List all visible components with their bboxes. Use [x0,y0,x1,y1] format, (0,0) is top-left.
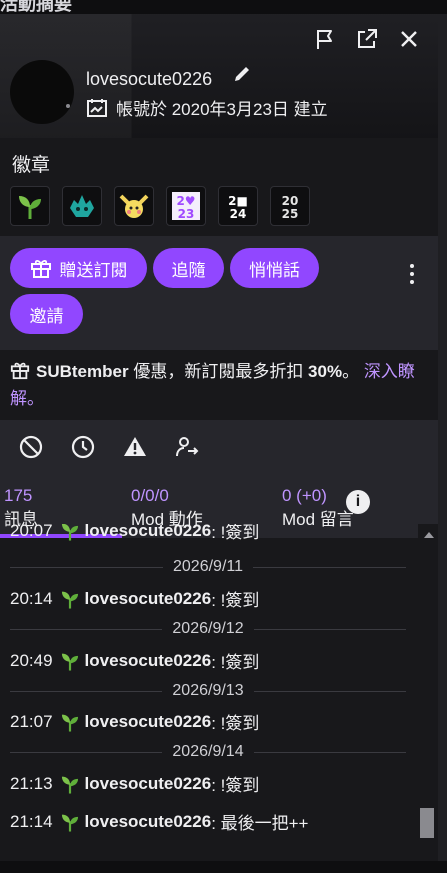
stat-mod-comments-num: 0 (+0) [282,486,327,505]
log-message: 21:07 lovesocute0226: !簽到 [10,711,260,734]
log-message: 21:13 lovesocute0226: !簽到 [10,773,260,796]
svg-text:23: 23 [178,207,195,221]
background-edge [438,14,447,861]
close-icon[interactable] [396,26,422,52]
mod-actions [18,434,200,460]
promo-tail: 。 [27,389,44,408]
scrollbar[interactable] [418,524,438,847]
edit-pencil-icon[interactable] [232,64,252,89]
gift-sub-button[interactable]: 贈送訂閱 [10,248,147,288]
promo-text: 優惠，新訂閱最多折扣 [128,362,309,381]
sprout-badge-icon [59,524,81,542]
avatar[interactable] [10,60,74,124]
stat-messages-num: 175 [4,486,33,505]
account-created: 帳號於 2020年3月23日 建立 [86,95,328,120]
promo-end: 。 [342,362,364,381]
2023-badge[interactable]: 2♥ 23 [166,186,206,226]
svg-text:25: 25 [282,207,299,221]
badges-list: 2♥ 23 2■ 24 20 25 [10,186,310,226]
sprout-badge-icon [59,650,81,672]
message-log: 20:07 lovesocute0226: !簽到 2026/9/11 20:1… [0,524,418,847]
log-message: 20:14 lovesocute0226: !簽到 [10,588,260,611]
account-created-text: 帳號於 2020年3月23日 建立 [116,100,328,119]
username[interactable]: lovesocute0226 [86,69,212,90]
whisper-button[interactable]: 悄悄話 [230,248,319,288]
scrollbar-thumb[interactable] [420,808,434,838]
header-actions [312,26,422,52]
log-message: 20:07 lovesocute0226: !簽到 [10,524,259,543]
timeout-icon[interactable] [70,434,96,460]
log-message: 20:49 lovesocute0226: !簽到 [10,650,260,673]
mod-panel: 175 訊息 0/0/0 Mod 動作 0 (+0) Mod 留言 i [0,420,438,538]
sprout-badge-icon [59,711,81,733]
action-bar: 贈送訂閱 追隨 悄悄話 邀請 [0,236,438,350]
svg-text:2■: 2■ [228,194,248,208]
background-bottom [0,861,447,873]
gift-icon [10,360,30,387]
calendar-icon [87,98,107,117]
sprout-badge-icon [59,811,81,833]
follow-label: 追隨 [171,260,206,280]
svg-text:2♥: 2♥ [176,194,195,208]
whisper-label: 悄悄話 [249,260,300,280]
promo-bold: SUBtember [36,362,129,381]
follow-button[interactable]: 追隨 [153,248,224,288]
status-dot [66,104,70,108]
sprout-badge-icon [59,773,81,795]
popout-icon[interactable] [354,26,380,52]
sprout-badge-icon [59,588,81,610]
svg-text:24: 24 [230,207,247,221]
promo-percent: 30% [308,362,343,381]
stat-mod-actions-num: 0/0/0 [131,486,169,505]
pichu-badge[interactable] [114,186,154,226]
scroll-up-arrow-icon[interactable] [424,532,434,538]
sprout-badge[interactable] [10,186,50,226]
2024-badge[interactable]: 2■ 24 [218,186,258,226]
invite-label: 邀請 [29,306,64,326]
date-divider: 2026/9/14 [10,740,406,764]
warning-icon[interactable] [122,434,148,460]
gift-sub-label: 贈送訂閱 [59,260,128,280]
date-divider: 2026/9/12 [10,617,406,641]
invite-button[interactable]: 邀請 [10,294,83,334]
svg-text:20: 20 [282,194,299,208]
badges-title: 徽章 [12,155,51,176]
gift-icon [30,259,51,278]
log-message: 21:14 lovesocute0226: 最後一把++ [10,811,309,834]
subtember-promo: SUBtember 優惠，新訂閱最多折扣 30%。 深入瞭解。 [10,360,430,411]
2025-badge[interactable]: 20 25 [270,186,310,226]
date-divider: 2026/9/11 [10,555,406,579]
flag-icon[interactable] [312,26,338,52]
info-icon[interactable]: i [346,490,370,514]
user-arrow-icon[interactable] [174,434,200,460]
user-card-header: lovesocute0226 帳號於 2020年3月23日 建立 [0,14,438,138]
ban-icon[interactable] [18,434,44,460]
teal-creature-badge[interactable] [62,186,102,226]
more-options-icon[interactable] [402,254,422,294]
date-divider: 2026/9/13 [10,679,406,703]
